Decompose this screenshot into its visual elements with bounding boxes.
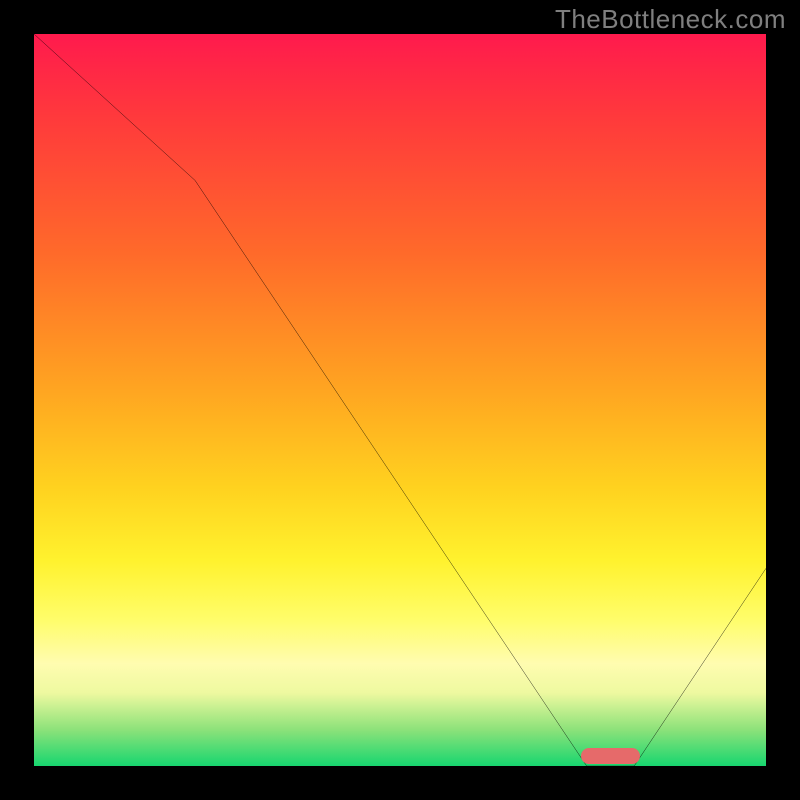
optimal-range-marker	[581, 748, 641, 764]
watermark-text: TheBottleneck.com	[555, 4, 786, 35]
bottleneck-curve	[34, 34, 766, 766]
chart-stage: TheBottleneck.com	[0, 0, 800, 800]
